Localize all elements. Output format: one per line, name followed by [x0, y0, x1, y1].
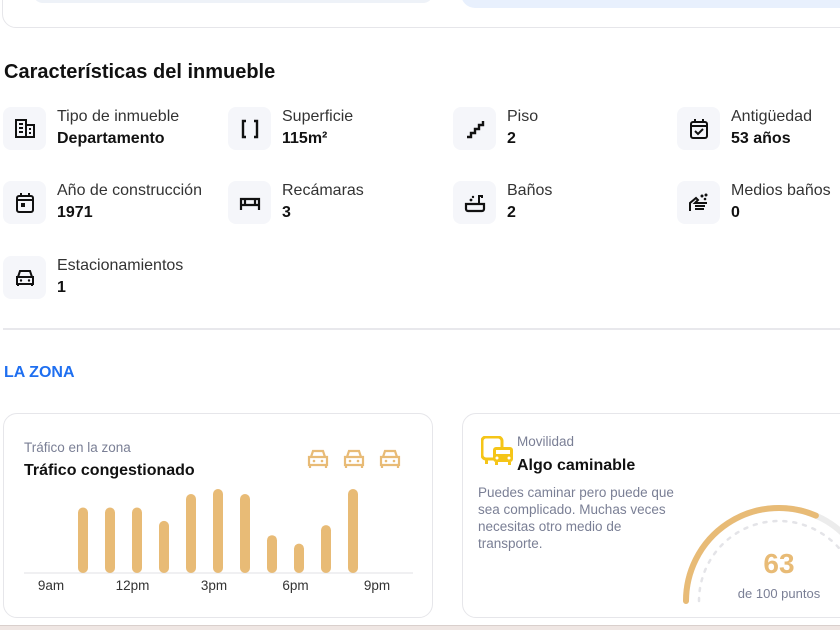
stairs-icon: [466, 120, 484, 138]
bathtub-icon: [464, 194, 485, 212]
feature-item: Tipo de inmueble Departamento: [3, 107, 223, 151]
feature-item: Año de construcción 1971: [3, 181, 223, 225]
feature-item: Piso 2: [453, 107, 673, 151]
traffic-bar: [213, 489, 223, 573]
feature-value: 2: [507, 204, 516, 221]
feature-label: Superficie: [282, 108, 354, 125]
traffic-chart: 9am 12pm 3pm 6pm 9pm: [24, 489, 413, 593]
feature-item: Estacionamientos 1: [3, 256, 223, 300]
x-tick-label: 6pm: [282, 578, 308, 593]
feature-icon-box: [453, 181, 496, 224]
feature-icon-box: [3, 256, 46, 299]
feature-label: Recámaras: [282, 182, 364, 199]
feature-icon-box: [3, 181, 46, 224]
section-title: Características del inmueble: [4, 61, 276, 83]
feature-icon-box: [677, 181, 720, 224]
traffic-bar: [132, 507, 142, 573]
car-icon: [15, 269, 34, 286]
x-tick-label: 9pm: [364, 578, 390, 593]
traffic-bar: [294, 543, 304, 573]
traffic-bar: [321, 525, 331, 573]
feature-icon-box: [228, 181, 271, 224]
feature-value: Departamento: [57, 130, 165, 147]
feature-item: Superficie 115m²: [228, 107, 448, 151]
feature-value: 115m²: [282, 130, 328, 147]
feature-value: 3: [282, 204, 291, 221]
traffic-bar: [159, 520, 169, 573]
x-tick-label: 9am: [38, 578, 64, 593]
feature-item: Baños 2: [453, 181, 673, 225]
traffic-card: Tráfico en la zona Tráfico congestionado…: [3, 413, 433, 618]
divider: [3, 328, 840, 330]
traffic-bar: [105, 507, 115, 573]
feature-label: Piso: [507, 108, 539, 125]
bottom-edge: [0, 625, 840, 630]
feature-icon-box: [677, 107, 720, 150]
feature-label: Tipo de inmueble: [57, 108, 180, 125]
feature-icon-box: [3, 107, 46, 150]
x-tick-label: 3pm: [201, 578, 227, 593]
mobility-card: Movilidad Algo caminable Puedes caminar …: [462, 413, 840, 618]
calendar-check-icon: [689, 118, 708, 139]
feature-label: Estacionamientos: [57, 257, 184, 274]
feature-item: Antigüedad 53 años: [677, 107, 840, 151]
feature-value: 1971: [57, 204, 93, 221]
feature-value: 2: [507, 130, 516, 147]
feature-value: 53 años: [731, 130, 791, 147]
feature-label: Medios baños: [731, 182, 831, 199]
x-tick-label: 12pm: [116, 578, 150, 593]
bed-icon: [239, 197, 260, 210]
feature-value: 0: [731, 204, 740, 221]
previous-card-left-panel: [33, 0, 433, 3]
traffic-bar: [240, 494, 250, 573]
feature-label: Antigüedad: [731, 108, 812, 125]
feature-item: Recámaras 3: [228, 181, 448, 225]
feature-item: Medios baños 0: [677, 181, 840, 225]
feature-icon-box: [228, 107, 271, 150]
feature-label: Año de construcción: [57, 182, 202, 199]
traffic-bar: [78, 507, 88, 573]
mobility-score: 63: [763, 548, 795, 579]
calendar-icon: [15, 192, 34, 213]
zona-title: LA ZONA: [4, 364, 75, 381]
traffic-bar: [186, 494, 196, 573]
previous-card-right-panel: [461, 0, 840, 8]
area-icon: [241, 119, 258, 138]
feature-value: 1: [57, 279, 66, 296]
traffic-bar: [348, 489, 358, 573]
building-icon: [14, 118, 35, 138]
traffic-bar: [267, 535, 277, 573]
feature-icon-box: [453, 107, 496, 150]
hand-wash-icon: [688, 193, 707, 211]
mobility-score-caption: de 100 puntos: [737, 586, 821, 601]
previous-card: [2, 0, 840, 28]
feature-label: Baños: [507, 182, 553, 199]
